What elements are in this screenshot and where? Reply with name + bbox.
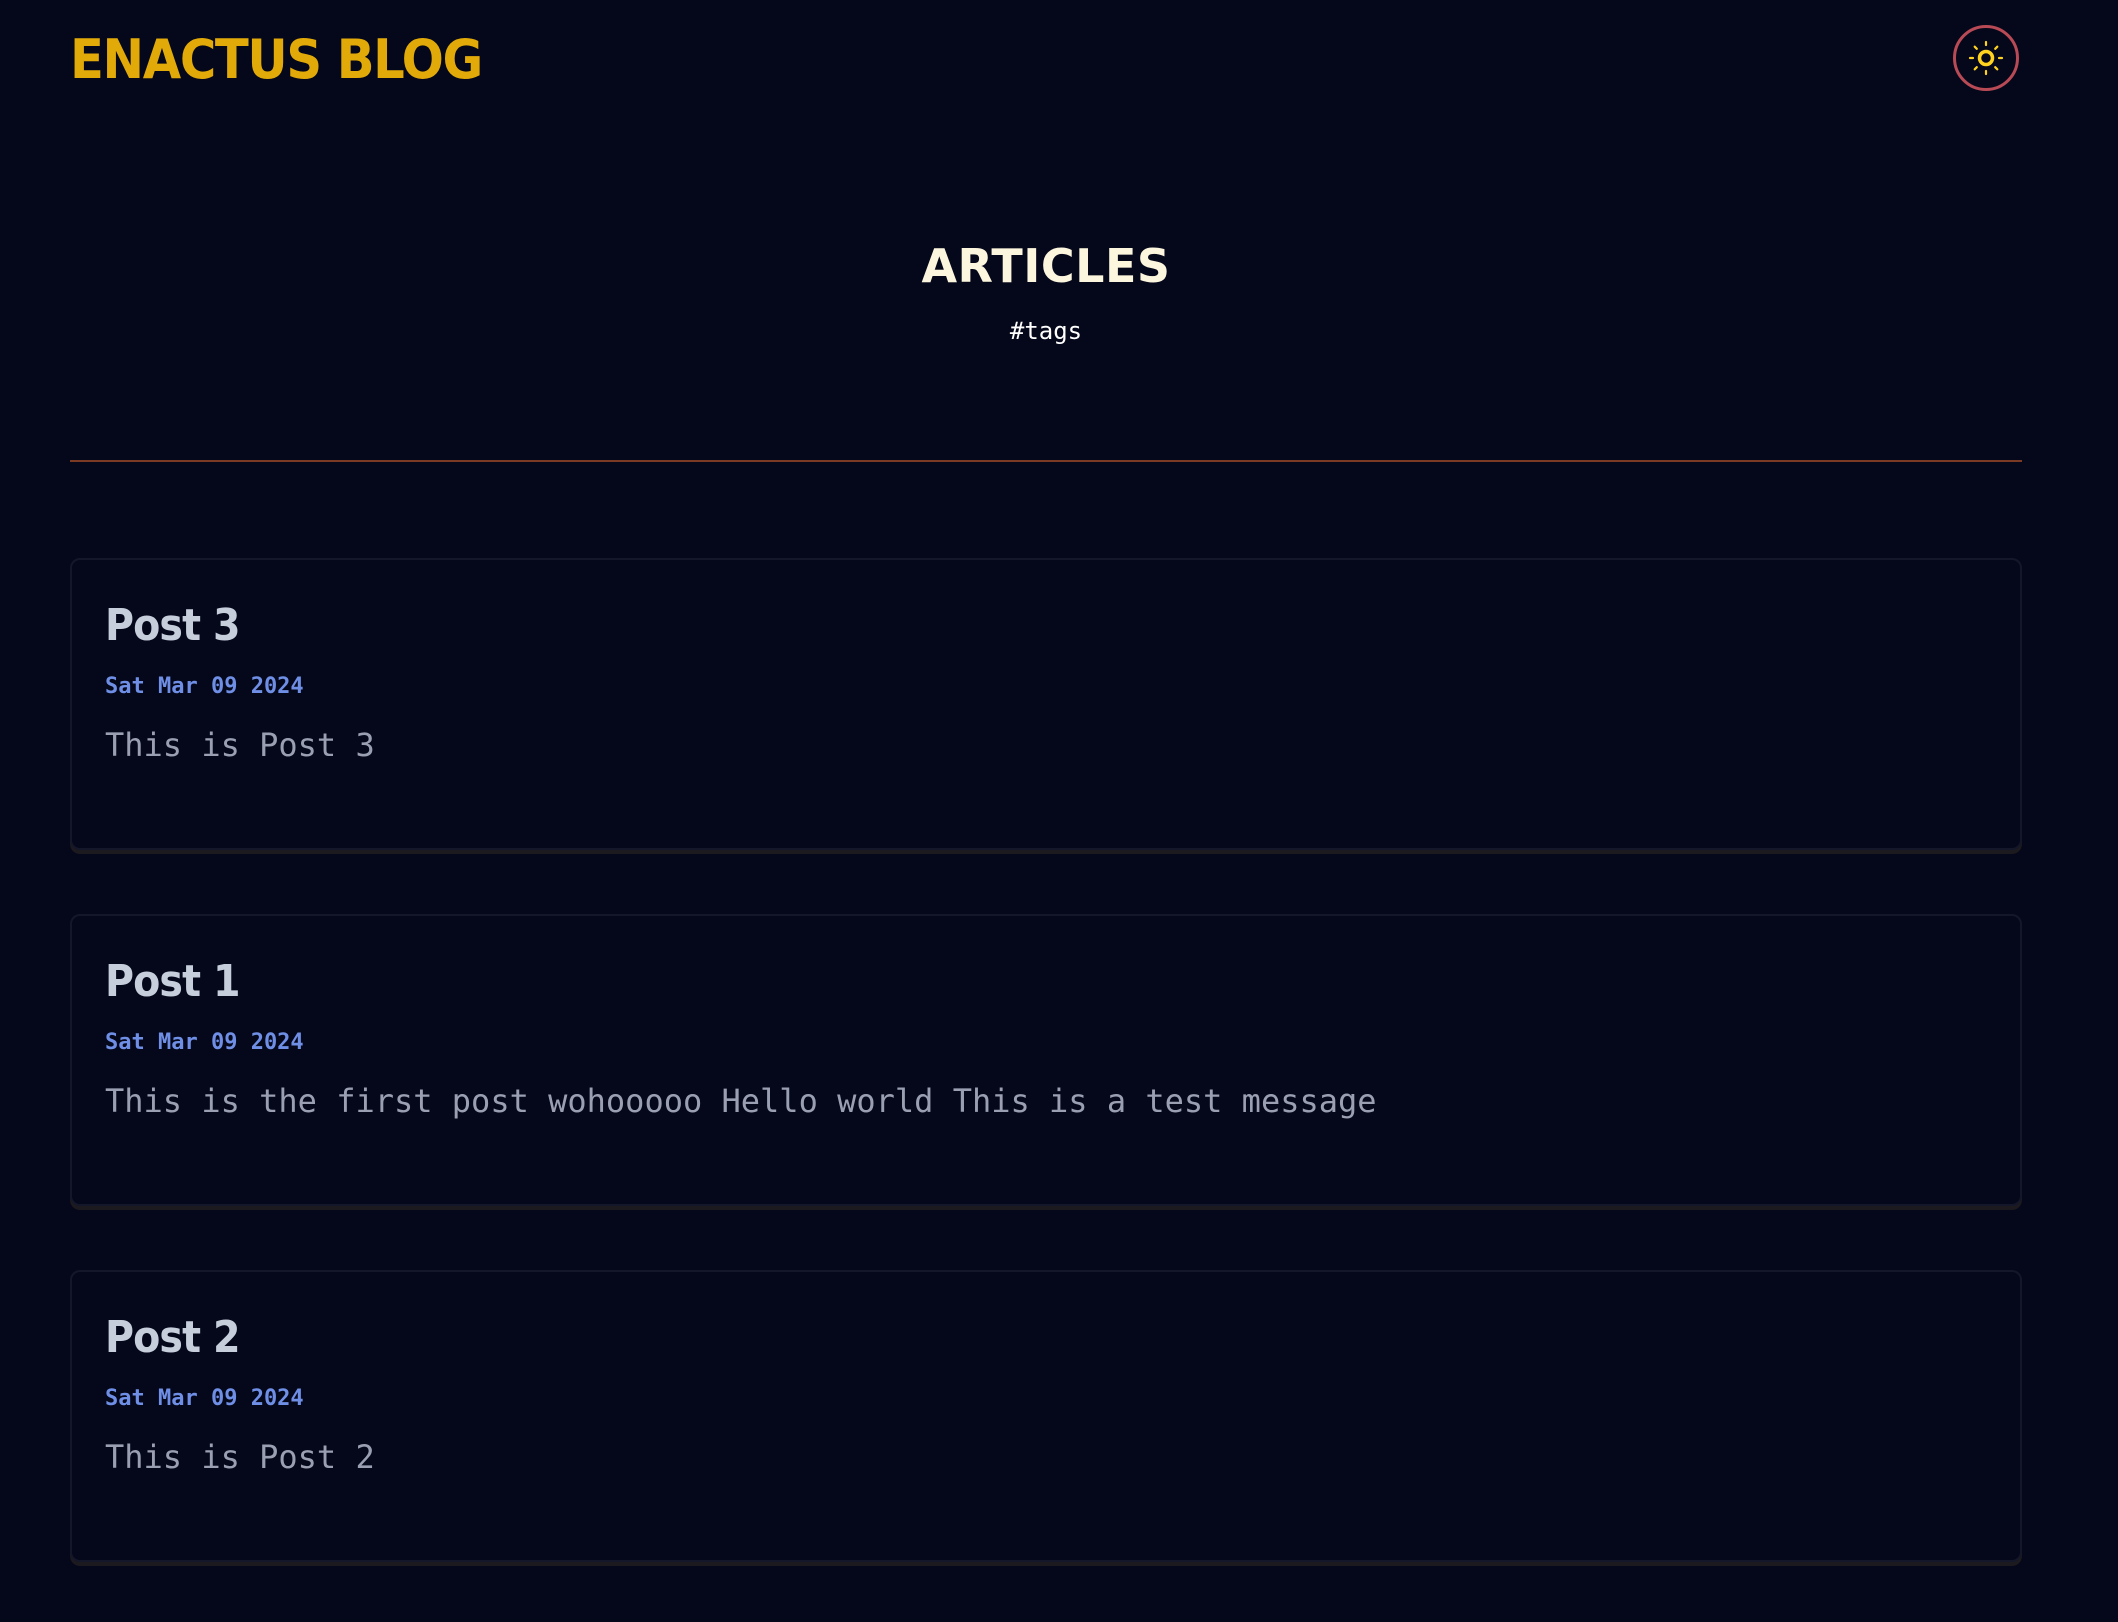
page-title: ARTICLES [921, 239, 1171, 293]
post-date: Sat Mar 09 2024 [105, 674, 304, 699]
post-title[interactable]: Post 3 [105, 598, 1829, 654]
post-excerpt: This is the first post wohooooo Hello wo… [105, 1082, 1377, 1120]
post-excerpt: This is Post 3 [105, 726, 375, 764]
post-list: Post 3 Sat Mar 09 2024 This is Post 3 Po… [70, 558, 2022, 1622]
sun-icon [1968, 40, 2004, 76]
site-title-link[interactable]: ENACTUS BLOG [70, 27, 483, 93]
post-card[interactable]: Post 2 Sat Mar 09 2024 This is Post 2 [70, 1270, 2022, 1562]
post-card[interactable]: Post 1 Sat Mar 09 2024 This is the first… [70, 914, 2022, 1206]
theme-toggle-button[interactable] [1953, 25, 2019, 91]
post-date: Sat Mar 09 2024 [105, 1030, 304, 1055]
post-title[interactable]: Post 1 [105, 954, 1829, 1010]
post-date: Sat Mar 09 2024 [105, 1386, 304, 1411]
tags-link[interactable]: #tags [0, 314, 2092, 348]
post-card[interactable]: Post 3 Sat Mar 09 2024 This is Post 3 [70, 558, 2022, 850]
post-title[interactable]: Post 2 [105, 1310, 1829, 1366]
divider [70, 460, 2022, 462]
post-excerpt: This is Post 2 [105, 1438, 375, 1476]
